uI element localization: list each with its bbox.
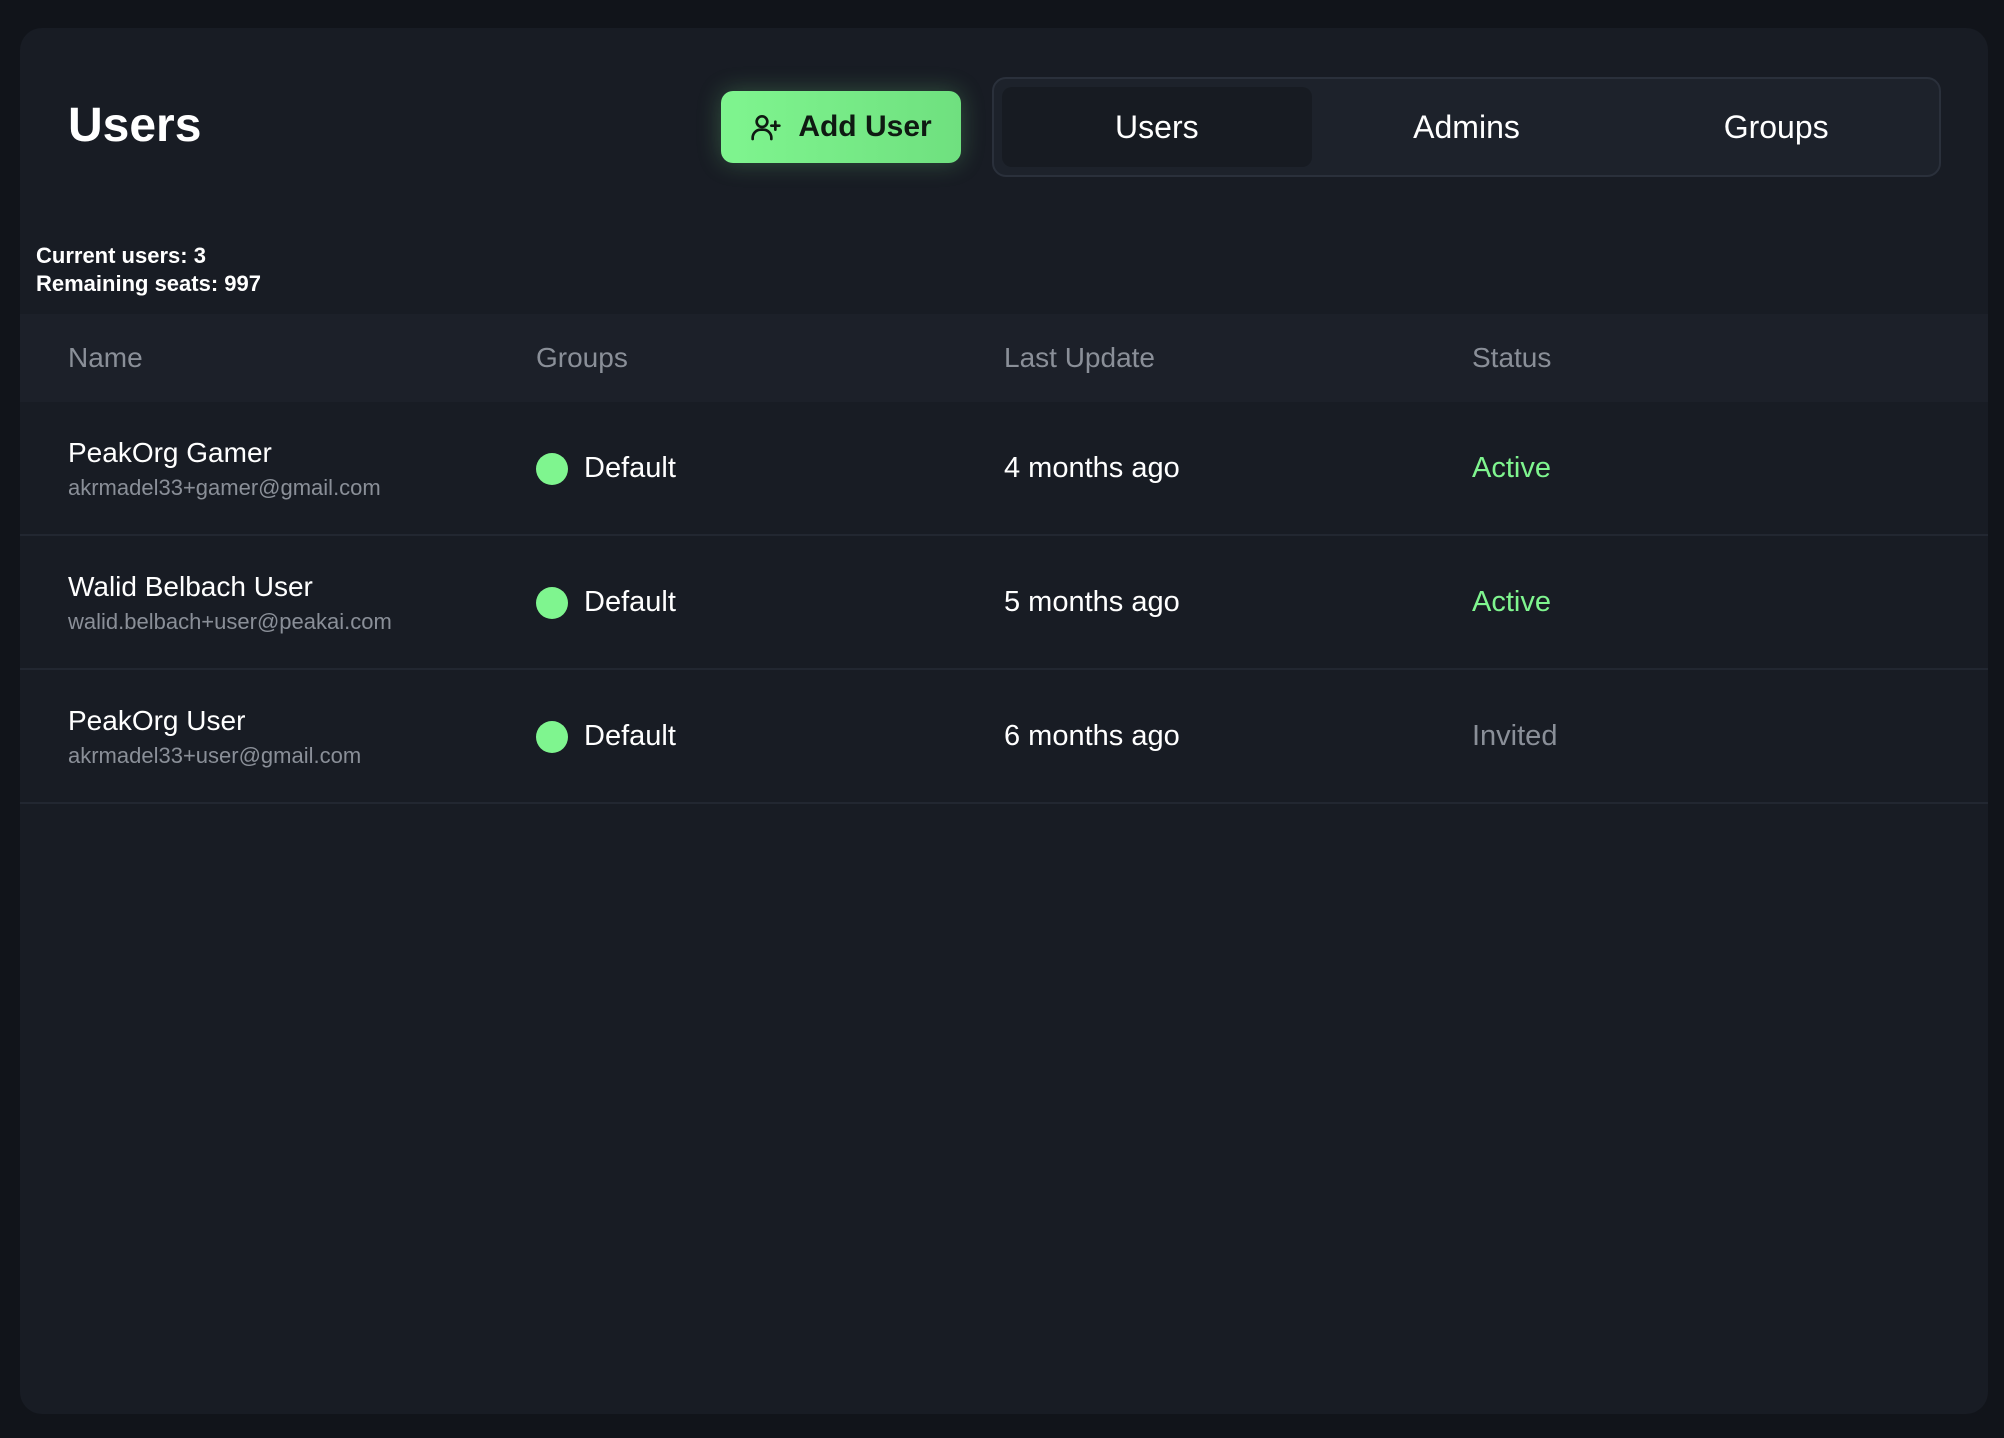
status-badge: Active bbox=[1472, 586, 1551, 618]
user-group: Default bbox=[536, 586, 676, 619]
add-user-button[interactable]: Add User bbox=[721, 91, 961, 163]
user-name: Walid Belbach User bbox=[68, 571, 313, 602]
users-panel: Users Add User Users Admins Groups Curre… bbox=[20, 28, 1988, 1414]
column-header-name[interactable]: Name bbox=[68, 342, 143, 374]
user-email: akrmadel33+user@gmail.com bbox=[68, 743, 362, 768]
last-update: 6 months ago bbox=[1004, 720, 1180, 752]
user-email: akrmadel33+gamer@gmail.com bbox=[68, 475, 381, 500]
table-row[interactable]: Walid Belbach User walid.belbach+user@pe… bbox=[20, 536, 1988, 670]
user-email: walid.belbach+user@peakai.com bbox=[68, 609, 392, 634]
circle-dot-icon bbox=[536, 586, 568, 619]
column-header-status[interactable]: Status bbox=[1472, 342, 1551, 374]
page-title: Users bbox=[68, 99, 202, 152]
group-label: Default bbox=[584, 452, 676, 484]
column-header-last-update[interactable]: Last Update bbox=[1004, 342, 1155, 374]
table-header: Name Groups Last Update Status bbox=[20, 314, 1988, 402]
circle-dot-icon bbox=[536, 720, 568, 753]
last-update: 5 months ago bbox=[1004, 586, 1180, 618]
user-name: PeakOrg User bbox=[68, 705, 246, 736]
add-user-label: Add User bbox=[798, 110, 932, 143]
status-badge: Active bbox=[1472, 452, 1551, 484]
last-update: 4 months ago bbox=[1004, 452, 1180, 484]
table-row[interactable]: PeakOrg User akrmadel33+user@gmail.com D… bbox=[20, 670, 1988, 804]
tab-admins[interactable]: Admins bbox=[1312, 87, 1622, 167]
status-badge: Invited bbox=[1472, 720, 1558, 752]
user-name: PeakOrg Gamer bbox=[68, 437, 272, 468]
group-label: Default bbox=[584, 720, 676, 752]
user-group: Default bbox=[536, 720, 676, 753]
view-tabs: Users Admins Groups bbox=[992, 77, 1941, 177]
table-row[interactable]: PeakOrg Gamer akrmadel33+gamer@gmail.com… bbox=[20, 402, 1988, 536]
tab-groups[interactable]: Groups bbox=[1621, 87, 1931, 167]
circle-dot-icon bbox=[536, 452, 568, 485]
tab-users[interactable]: Users bbox=[1002, 87, 1312, 167]
seat-info: Current users: 3 Remaining seats: 997 bbox=[36, 242, 261, 298]
user-plus-icon bbox=[750, 111, 782, 143]
column-header-groups[interactable]: Groups bbox=[536, 342, 628, 374]
remaining-seats-count: Remaining seats: 997 bbox=[36, 271, 261, 296]
users-table: Name Groups Last Update Status PeakOrg G… bbox=[20, 314, 1988, 804]
group-label: Default bbox=[584, 586, 676, 618]
user-group: Default bbox=[536, 452, 676, 485]
current-users-count: Current users: 3 bbox=[36, 243, 206, 268]
